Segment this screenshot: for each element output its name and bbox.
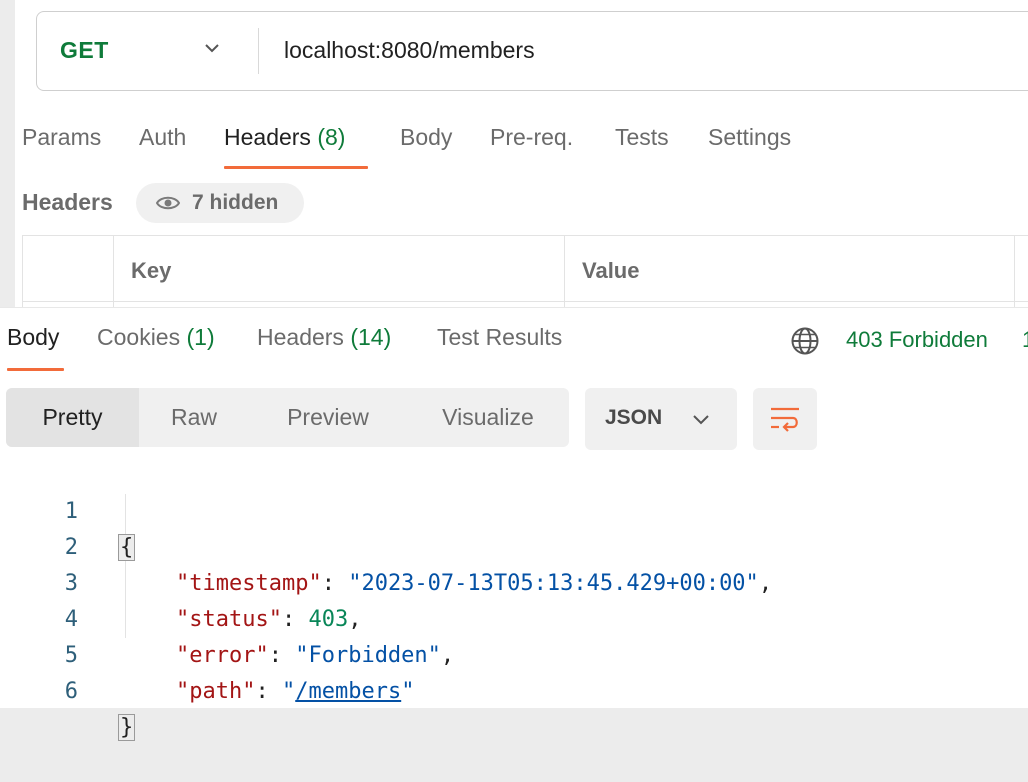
- column-header-value: Value: [582, 258, 640, 283]
- response-tab-body-label: Body: [7, 324, 60, 350]
- tab-tests[interactable]: Tests: [615, 124, 669, 151]
- view-option-preview[interactable]: Preview: [249, 388, 407, 447]
- column-header-key: Key: [131, 258, 172, 283]
- response-active-tab-underline: [7, 368, 64, 371]
- close-brace: }: [118, 714, 136, 741]
- response-tab-test-results-label: Test Results: [437, 324, 563, 350]
- headers-table: Key Value: [22, 235, 1028, 308]
- url-divider: [258, 28, 259, 74]
- tab-settings[interactable]: Settings: [708, 124, 791, 151]
- hidden-headers-toggle[interactable]: 7 hidden: [136, 183, 304, 223]
- format-select-label: JSON: [605, 406, 663, 429]
- response-tab-cookies-count: (1): [186, 324, 215, 350]
- tab-headers[interactable]: Headers (8): [224, 124, 345, 151]
- code-line: 6 }: [0, 638, 1028, 741]
- tab-body-label: Body: [400, 124, 453, 150]
- tab-tests-label: Tests: [615, 124, 669, 150]
- tab-params-label: Params: [22, 124, 102, 150]
- view-option-visualize[interactable]: Visualize: [407, 388, 569, 447]
- chevron-down-icon[interactable]: [205, 44, 219, 53]
- table-checkbox-column: [22, 236, 23, 308]
- response-panel: Body Cookies (1) Headers (14) Test Resul…: [0, 307, 1028, 741]
- hidden-headers-label: 7 hidden: [192, 191, 279, 214]
- response-tab-test-results[interactable]: Test Results: [437, 324, 562, 351]
- response-tab-cookies-label: Cookies: [97, 324, 181, 350]
- code-line: 5 "path": "/members": [0, 602, 1028, 704]
- quote: ": [281, 679, 296, 704]
- response-status[interactable]: 403 Forbidden: [846, 327, 988, 353]
- method-select[interactable]: GET: [60, 37, 109, 64]
- wrap-lines-icon: [771, 407, 799, 432]
- response-tab-cookies[interactable]: Cookies (1): [97, 324, 215, 351]
- response-tab-headers[interactable]: Headers (14): [257, 324, 391, 351]
- quote: ": [401, 679, 415, 704]
- code-text: "path": "/members": [176, 679, 415, 704]
- tab-pre-request-label: Pre-req.: [490, 124, 574, 150]
- active-tab-underline: [224, 166, 368, 169]
- tab-pre-request[interactable]: Pre-req.: [490, 124, 573, 151]
- code-line: 2 "timestamp": "2023-07-13T05:13:45.429+…: [0, 494, 1028, 596]
- table-value-column: Value: [564, 236, 639, 308]
- response-tab-body[interactable]: Body: [7, 324, 59, 351]
- table-key-column: Key: [113, 236, 171, 308]
- url-input[interactable]: localhost:8080/members: [284, 37, 535, 64]
- eye-icon: [156, 196, 180, 210]
- code-text: }: [118, 710, 136, 746]
- code-line: 1 {: [0, 458, 1028, 561]
- table-edge: [1014, 236, 1015, 308]
- globe-icon[interactable]: [790, 326, 820, 356]
- headers-section-title: Headers: [22, 189, 113, 215]
- code-line: 4 "error": "Forbidden",: [0, 566, 1028, 668]
- tab-auth-label: Auth: [139, 124, 187, 150]
- tab-params[interactable]: Params: [22, 124, 101, 151]
- json-value-link[interactable]: /members: [295, 679, 401, 704]
- response-tab-headers-label: Headers: [257, 324, 344, 350]
- wrap-lines-button[interactable]: [753, 388, 817, 450]
- view-option-pretty[interactable]: Pretty: [6, 388, 139, 447]
- table-row-divider: [22, 301, 1028, 302]
- code-line: 3 "status": 403,: [0, 530, 1028, 632]
- response-tab-headers-count: (14): [350, 324, 392, 350]
- view-option-raw[interactable]: Raw: [139, 388, 249, 447]
- chevron-down-icon: [693, 415, 709, 425]
- line-number: 6: [64, 679, 78, 704]
- json-key: "path": [176, 679, 256, 704]
- format-select[interactable]: JSON: [585, 388, 737, 450]
- url-bar: GET localhost:8080/members: [36, 11, 1028, 91]
- view-mode-selector: Pretty Raw Preview Visualize: [6, 388, 569, 447]
- tab-headers-count: (8): [317, 124, 346, 150]
- tab-settings-label: Settings: [708, 124, 792, 150]
- response-status-overflow: 1: [1022, 327, 1028, 353]
- tab-headers-label: Headers: [224, 124, 311, 150]
- tab-auth[interactable]: Auth: [139, 124, 186, 151]
- tab-body[interactable]: Body: [400, 124, 452, 151]
